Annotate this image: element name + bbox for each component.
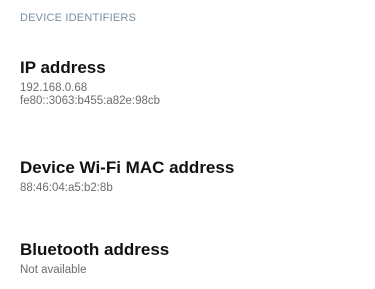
ipv6-address-value: fe80::3063:b455:a82e:98cb [20,95,161,107]
ip-address-item[interactable]: IP address 192.168.0.68 fe80::3063:b455:… [20,58,360,108]
bluetooth-address-item[interactable]: Bluetooth address Not available [20,240,360,277]
settings-screen: DEVICE IDENTIFIERS IP address 192.168.0.… [0,0,375,289]
section-header: DEVICE IDENTIFIERS [20,12,137,24]
ipv4-address-value: 192.168.0.68 [20,82,88,94]
ip-address-title: IP address [20,58,106,77]
wifi-mac-address-title: Device Wi-Fi MAC address [20,158,235,177]
bluetooth-address-value-wrap: Not available [20,264,360,277]
bluetooth-address-title: Bluetooth address [20,240,170,259]
wifi-mac-address-value-wrap: 88:46:04:a5:b2:8b [20,182,360,195]
ip-address-values: 192.168.0.68 fe80::3063:b455:a82e:98cb [20,82,360,108]
wifi-mac-address-item[interactable]: Device Wi-Fi MAC address 88:46:04:a5:b2:… [20,158,360,195]
bluetooth-address-value: Not available [20,264,87,276]
wifi-mac-address-value: 88:46:04:a5:b2:8b [20,182,113,194]
